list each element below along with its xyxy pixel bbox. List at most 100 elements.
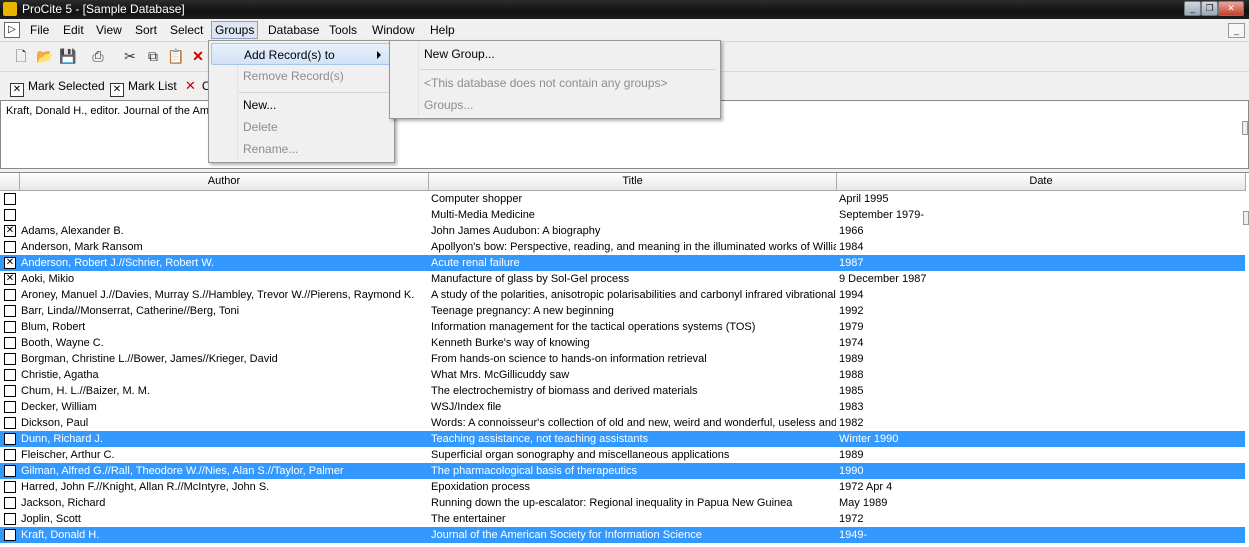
row-checkbox[interactable]: [4, 193, 16, 205]
row-checkbox[interactable]: [4, 433, 16, 445]
checkbox-column-header[interactable]: [0, 173, 20, 191]
date-cell: May 1989: [839, 497, 888, 509]
menu-view[interactable]: View: [93, 22, 125, 38]
table-row[interactable]: Booth, Wayne C. Kenneth Burke's way of kn…: [0, 335, 1245, 351]
table-row[interactable]: ✕ Aoki, Mikio Manufacture of glass by Sol-…: [0, 271, 1245, 287]
table-row[interactable]: Fleischer, Arthur C. Superficial organ so…: [0, 447, 1245, 463]
restore-button[interactable]: ❐: [1201, 1, 1218, 16]
menu-database[interactable]: Database: [265, 22, 322, 38]
row-checkbox[interactable]: [4, 497, 16, 509]
date-cell: 1983: [839, 401, 864, 413]
row-checkbox[interactable]: ✕: [4, 273, 16, 285]
menu-remove-records[interactable]: Remove Record(s): [211, 65, 390, 87]
row-checkbox[interactable]: [4, 209, 16, 221]
paste-icon[interactable]: 📋: [167, 47, 185, 65]
new-document-icon[interactable]: 🗋: [12, 47, 30, 65]
row-checkbox[interactable]: [4, 241, 16, 253]
column-header-author[interactable]: Author: [20, 173, 429, 191]
close-button[interactable]: ✕: [1218, 1, 1244, 16]
print-icon[interactable]: ⎙: [89, 47, 107, 65]
row-checkbox[interactable]: [4, 513, 16, 525]
copy-icon[interactable]: ⧉: [144, 47, 162, 65]
table-row[interactable]: Harred, John F.//Knight, Allan R.//McInt…: [0, 479, 1245, 495]
title-cell: Epoxidation process: [431, 481, 531, 493]
menu-new[interactable]: New...: [211, 94, 390, 116]
table-row[interactable]: ✕ Anderson, Robert J.//Schrier, Robert W.…: [0, 255, 1245, 271]
row-checkbox[interactable]: [4, 369, 16, 381]
row-checkbox[interactable]: [4, 417, 16, 429]
row-checkbox[interactable]: [4, 353, 16, 365]
row-checkbox[interactable]: [4, 449, 16, 461]
menu-groups[interactable]: Groups: [211, 21, 259, 39]
menu-file[interactable]: File: [27, 22, 52, 38]
row-checkbox[interactable]: [4, 385, 16, 397]
row-checkbox[interactable]: [4, 289, 16, 301]
mark-selected-button[interactable]: ✕ Mark Selected: [10, 78, 105, 97]
table-row[interactable]: ✕ Adams, Alexander B. John James Audubon: …: [0, 223, 1245, 239]
author-cell: Aroney, Manuel J.//Davies, Murray S.//Ha…: [21, 289, 415, 301]
title-cell: The entertainer: [431, 513, 506, 525]
row-checkbox[interactable]: ✕: [4, 225, 16, 237]
menu-add-records-to[interactable]: Add Record(s) to: [211, 43, 390, 65]
table-row[interactable]: Kraft, Donald H. Journal of the American …: [0, 527, 1245, 543]
menu-help[interactable]: Help: [427, 22, 458, 38]
clear-marks-button[interactable]: ✕ C: [185, 78, 211, 94]
row-checkbox[interactable]: [4, 481, 16, 493]
row-checkbox[interactable]: [4, 401, 16, 413]
add-records-submenu: New Group... <This database does not con…: [389, 40, 721, 119]
column-header-date[interactable]: Date: [837, 173, 1246, 191]
table-row[interactable]: Dickson, Paul Words: A connoisseur's coll…: [0, 415, 1245, 431]
document-icon[interactable]: ▷: [4, 22, 20, 38]
delete-icon[interactable]: ✕: [189, 47, 207, 65]
title-cell: Running down the up-escalator: Regional …: [431, 497, 793, 509]
row-checkbox[interactable]: ✕: [4, 257, 16, 269]
table-row[interactable]: Barr, Linda//Monserrat, Catherine//Berg,…: [0, 303, 1245, 319]
cut-icon[interactable]: ✂: [121, 47, 139, 65]
table-row[interactable]: Anderson, Mark Ransom Apollyon's bow: Per…: [0, 239, 1245, 255]
table-row[interactable]: Aroney, Manuel J.//Davies, Murray S.//Ha…: [0, 287, 1245, 303]
title-cell: What Mrs. McGillicuddy saw: [431, 369, 570, 381]
date-cell: 1974: [839, 337, 864, 349]
table-row[interactable]: Decker, William WSJ/Index file 1983: [0, 399, 1245, 415]
table-row[interactable]: Multi-Media Medicine September 1979-: [0, 207, 1245, 223]
row-checkbox[interactable]: [4, 337, 16, 349]
column-header-title[interactable]: Title: [429, 173, 837, 191]
table-row[interactable]: Joplin, Scott The entertainer 1972: [0, 511, 1245, 527]
menu-select[interactable]: Select: [167, 22, 206, 38]
menu-sort[interactable]: Sort: [132, 22, 160, 38]
mark-list-button[interactable]: ✕ Mark List: [110, 78, 177, 97]
minimize-button[interactable]: _: [1184, 1, 1201, 16]
author-cell: Dunn, Richard J.: [21, 433, 103, 445]
menu-delete[interactable]: Delete: [211, 116, 390, 138]
author-cell: Booth, Wayne C.: [21, 337, 104, 349]
table-row[interactable]: Computer shopper April 1995: [0, 191, 1245, 207]
table-row[interactable]: Dunn, Richard J. Teaching assistance, not…: [0, 431, 1245, 447]
mdi-minimize-button[interactable]: _: [1228, 23, 1245, 38]
date-cell: 1949-: [839, 529, 868, 541]
table-row[interactable]: Jackson, Richard Running down the up-esca…: [0, 495, 1245, 511]
app-icon[interactable]: [3, 2, 17, 16]
row-checkbox[interactable]: [4, 529, 16, 541]
table-row[interactable]: Gilman, Alfred G.//Rall, Theodore W.//Ni…: [0, 463, 1245, 479]
author-cell: Chum, H. L.//Baizer, M. M.: [21, 385, 150, 397]
table-row[interactable]: Chum, H. L.//Baizer, M. M. The electroche…: [0, 383, 1245, 399]
menu-tools[interactable]: Tools: [326, 22, 360, 38]
table-scrollbar[interactable]: [1243, 211, 1249, 225]
submenu-groups[interactable]: Groups...: [392, 94, 716, 116]
table-row[interactable]: Christie, Agatha What Mrs. McGillicuddy s…: [0, 367, 1245, 383]
row-checkbox[interactable]: [4, 465, 16, 477]
preview-scrollbar[interactable]: [1242, 121, 1248, 135]
menu-edit[interactable]: Edit: [60, 22, 87, 38]
submenu-new-group[interactable]: New Group...: [392, 43, 716, 65]
author-cell: Fleischer, Arthur C.: [21, 449, 115, 461]
row-checkbox[interactable]: [4, 305, 16, 317]
menu-separator: [239, 92, 389, 93]
save-icon[interactable]: 💾: [59, 47, 77, 65]
table-row[interactable]: Borgman, Christine L.//Bower, James//Kri…: [0, 351, 1245, 367]
table-row[interactable]: Blum, Robert Information management for t…: [0, 319, 1245, 335]
menu-window[interactable]: Window: [369, 22, 418, 38]
row-checkbox[interactable]: [4, 321, 16, 333]
menu-rename[interactable]: Rename...: [211, 138, 390, 160]
open-folder-icon[interactable]: 📂: [36, 47, 54, 65]
title-cell: Teaching assistance, not teaching assist…: [431, 433, 649, 445]
